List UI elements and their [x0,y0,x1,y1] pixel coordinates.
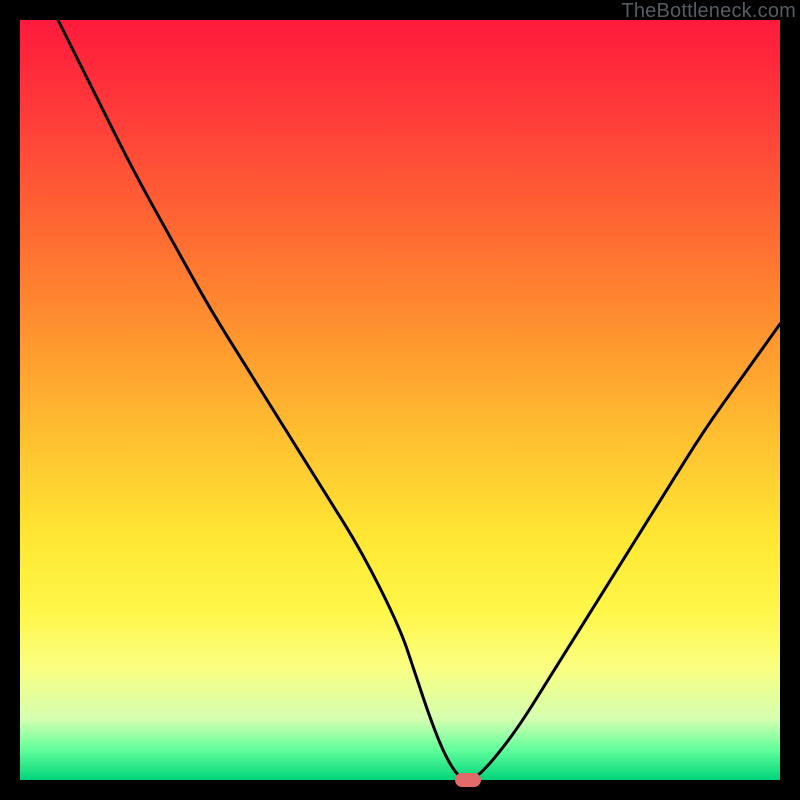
curve-svg [20,20,780,780]
chart-frame: TheBottleneck.com [0,0,800,800]
plot-area [20,20,780,780]
bottleneck-curve [58,20,780,780]
optimal-point-marker [455,773,481,787]
